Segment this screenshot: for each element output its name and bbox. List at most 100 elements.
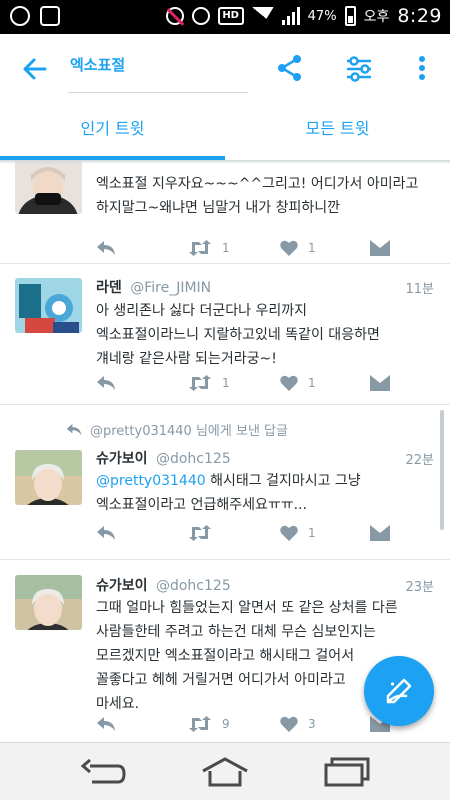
retweet-button[interactable]: 1 [188,238,230,258]
tweet-text: @pretty031440 해시태그 걸지마시고 그냥 엑소표절이라고 언급해주… [96,469,438,517]
avatar[interactable] [15,450,82,505]
battery-icon [344,6,356,26]
dm-button[interactable] [370,373,390,393]
image-icon [40,6,60,26]
like-count: 1 [308,526,316,540]
like-button[interactable]: 3 [280,714,316,734]
dm-button[interactable] [370,238,390,258]
share-icon [278,55,301,81]
system-nav-bar [0,742,450,800]
retweet-count: 1 [222,241,230,255]
avatar[interactable] [15,278,82,333]
compose-tweet-button[interactable] [364,656,434,726]
retweet-count: 1 [222,376,230,390]
tweet-text-fragment: 해시태그 걸지마시고 그냥 [205,473,361,489]
retweet-button[interactable]: 1 [188,373,230,393]
like-count: 3 [308,717,316,731]
reply-context-icon [66,423,82,436]
tweet-text-line: 사람들한테 주려고 하는건 대체 무슨 심보인지는 [96,624,376,640]
heart-icon [280,525,298,541]
tweet-text-line: 그때 얼마나 힘들었는지 알면서 또 같은 상처를 다른 [96,600,398,616]
tweet-actions: 1 1 [96,373,396,393]
reply-button[interactable] [96,238,116,258]
nav-back-button[interactable] [78,755,128,789]
share-button[interactable] [272,50,308,86]
tweet-text-line: 아 생리존나 싫다 더군다나 우리까지 [96,303,307,319]
status-ampm: 오후 [363,9,390,25]
status-time: 8:29 [397,5,442,27]
tweet-author-handle[interactable]: @dohc125 [156,578,231,594]
tweet-text-line: 엑소표절이라느니 지랄하고있네 똑같이 대응하면 [96,327,380,343]
tweet-text-line: 엑소표절 지우자요~~~^^그리고! 어디가서 아미라고 [96,176,419,192]
tweet-header: 라덴 @Fire_JIMIN [96,277,211,297]
message-icon [370,375,390,391]
more-options-button[interactable] [404,50,440,86]
reply-button[interactable] [96,714,116,734]
like-button[interactable]: 1 [280,373,316,393]
app-header: 엑소표절 [0,34,450,104]
tweet-header: 슈가보이 @dohc125 [96,575,231,595]
reply-button[interactable] [96,523,116,543]
dm-button[interactable] [370,523,390,543]
like-button[interactable]: 1 [280,238,316,258]
like-count: 1 [308,241,316,255]
search-underline [68,92,248,93]
reply-icon [97,717,115,731]
message-icon [370,240,390,256]
reply-icon [97,376,115,390]
avatar[interactable] [15,160,82,214]
tweet-text: 엑소표절 지우자요~~~^^그리고! 어디가서 아미라고 하지말그~왜냐면 님말… [96,172,438,220]
tweet-item[interactable]: 라덴 @Fire_JIMIN 11분 아 생리존나 싫다 더군다나 우리까지 엑… [0,264,450,405]
retweet-icon [189,716,211,732]
tweet-text: 아 생리존나 싫다 더군다나 우리까지 엑소표절이라느니 지랄하고있네 똑같이 … [96,299,438,371]
tweet-text-line: @pretty031440 해시태그 걸지마시고 그냥 [96,469,438,493]
tweet-text-line: 걔네랑 같은사람 되는거라궁~! [96,351,277,367]
scroll-indicator[interactable] [440,410,444,530]
tweet-mention[interactable]: @pretty031440 [96,473,206,489]
retweet-button[interactable]: 9 [188,714,230,734]
hd-icon: HD [217,7,244,25]
retweet-count: 9 [222,717,230,731]
retweet-icon [189,375,211,391]
filter-button[interactable] [341,50,377,86]
tab-top-tweets[interactable]: 인기 트윗 [0,104,225,160]
sliders-icon [347,56,371,82]
tab-bar: 인기 트윗 모든 트윗 [0,104,450,160]
tweet-item[interactable]: @pretty031440 님에게 보낸 답글 슈가보이 @dohc125 22… [0,406,450,560]
reply-icon [97,241,115,255]
retweet-button[interactable] [188,523,222,543]
tweet-text-line: 하지말그~왜냐면 님말거 내가 창피하니깐 [96,200,341,216]
tweet-author-name[interactable]: 슈가보이 [96,578,148,594]
tweet-header: 슈가보이 @dohc125 [96,448,231,468]
tweet-timestamp: 11분 [405,282,434,297]
nav-recent-apps-button[interactable] [322,755,372,789]
reply-to-handle[interactable]: @pretty031440 [90,424,192,439]
like-button[interactable]: 1 [280,523,316,543]
tweet-timestamp: 22분 [405,453,434,468]
nav-home-button[interactable] [200,755,250,789]
tweet-author-handle[interactable]: @dohc125 [156,451,231,467]
tweet-author-name[interactable]: 슈가보이 [96,451,148,467]
message-icon [370,525,390,541]
tweet-item[interactable]: 엑소표절 지우자요~~~^^그리고! 어디가서 아미라고 하지말그~왜냐면 님말… [0,160,450,264]
tab-all-tweets[interactable]: 모든 트윗 [225,104,450,160]
wifi-icon [251,7,274,25]
reply-button[interactable] [96,373,116,393]
tweet-feed[interactable]: 엑소표절 지우자요~~~^^그리고! 어디가서 아미라고 하지말그~왜냐면 님말… [0,160,450,742]
tweet-actions: 1 1 [96,238,396,258]
alarm-icon [191,7,210,25]
reply-icon [97,526,115,540]
like-count: 1 [308,376,316,390]
nav-back-icon [80,758,126,784]
arrow-left-icon [23,58,47,80]
back-button[interactable] [18,52,52,86]
notification-icon [10,6,30,26]
tweet-author-name[interactable]: 라덴 [96,280,122,296]
avatar[interactable] [15,575,82,630]
signal-icon [281,7,300,25]
status-bar: HD 47% 오후 8:29 [0,0,450,34]
retweet-icon [189,240,211,256]
nav-recent-apps-icon [324,757,370,787]
search-query[interactable]: 엑소표절 [70,54,125,75]
tweet-author-handle[interactable]: @Fire_JIMIN [130,280,211,296]
